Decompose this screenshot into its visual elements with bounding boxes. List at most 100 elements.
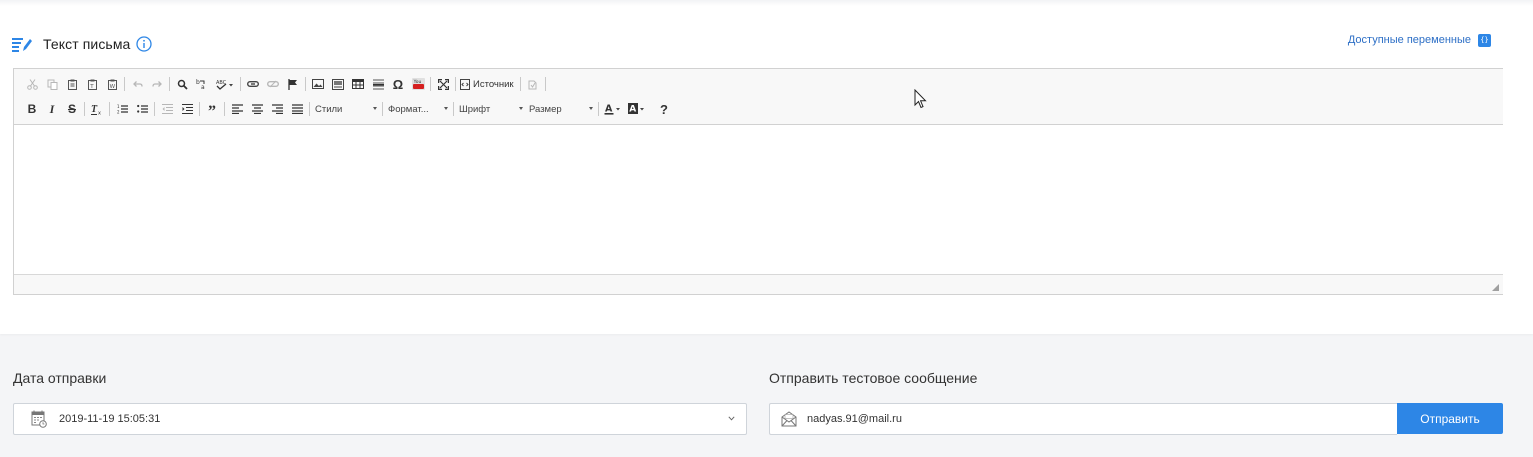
section-title: Текст письма: [43, 36, 131, 52]
image-icon[interactable]: [308, 74, 328, 94]
mouse-cursor-icon: [914, 89, 927, 109]
size-combo-label: Размер: [529, 103, 562, 115]
page-scrollbar-track[interactable]: [1520, 0, 1533, 457]
test-email-field[interactable]: [769, 403, 1397, 435]
redo-icon[interactable]: [147, 74, 167, 94]
svg-text:T: T: [91, 104, 98, 115]
chevron-down-icon: [373, 107, 377, 110]
toolbar-separator: [124, 77, 125, 91]
undo-icon[interactable]: [127, 74, 147, 94]
align-justify-icon[interactable]: [287, 99, 307, 119]
find-icon[interactable]: [172, 74, 192, 94]
numbered-list-icon[interactable]: 12: [112, 99, 132, 119]
test-email-input[interactable]: [807, 413, 1367, 425]
paste-text-icon[interactable]: T: [82, 74, 102, 94]
editor-content-area[interactable]: [14, 125, 1503, 275]
italic-icon[interactable]: I: [42, 99, 62, 119]
section-header: Текст письма: [12, 33, 153, 55]
youtube-icon[interactable]: You: [408, 74, 428, 94]
envelope-icon: [781, 411, 797, 427]
remove-format-icon[interactable]: Tx: [87, 99, 107, 119]
blockquote-icon[interactable]: ”: [202, 99, 222, 120]
toolbar-separator: [154, 102, 155, 116]
outdent-icon[interactable]: [157, 99, 177, 119]
toolbar-separator: [309, 102, 310, 116]
templates-icon[interactable]: [523, 74, 543, 94]
send-date-picker[interactable]: 2019-11-19 15:05:31: [13, 403, 747, 435]
paste-word-icon[interactable]: W: [102, 74, 122, 94]
paste-icon[interactable]: [62, 74, 82, 94]
align-center-icon[interactable]: [247, 99, 267, 119]
styles-combo-label: Стили: [315, 103, 343, 115]
font-combo[interactable]: Шрифт: [456, 100, 526, 118]
email-body-card: Текст письма Доступные переменные {} T W: [0, 0, 1533, 334]
spellcheck-icon[interactable]: ABC: [212, 74, 238, 94]
chevron-down-icon: [589, 107, 593, 110]
styles-combo[interactable]: Стили: [312, 100, 380, 118]
svg-text:a: a: [201, 84, 205, 90]
chevron-down-icon: [444, 107, 448, 110]
maximize-icon[interactable]: [433, 74, 453, 94]
background-color-icon[interactable]: A: [625, 99, 649, 119]
variables-braces-icon[interactable]: {}: [1478, 34, 1491, 47]
toolbar-separator: [430, 77, 431, 91]
format-combo-label: Формат...: [388, 103, 429, 115]
toolbar-separator: [224, 102, 225, 116]
card-top-shadow: [0, 0, 1533, 6]
text-edit-icon: [12, 38, 32, 52]
svg-text:x: x: [98, 111, 101, 116]
copy-icon[interactable]: [42, 74, 62, 94]
editor-toolbar: T W ba ABC Ω You Источник B I S T x 1 2 …: [14, 69, 1503, 125]
horizontal-rule-icon[interactable]: [368, 74, 388, 94]
special-char-icon[interactable]: Ω: [388, 74, 408, 94]
toolbar-separator: [84, 102, 85, 116]
toolbar-separator: [169, 77, 170, 91]
source-button[interactable]: Источник: [458, 74, 518, 94]
send-date-label: Дата отправки: [13, 370, 107, 386]
resize-grip-icon[interactable]: [1492, 284, 1499, 291]
chevron-down-icon: [519, 107, 523, 110]
cut-icon[interactable]: [22, 74, 42, 94]
help-icon[interactable]: ?: [654, 99, 674, 119]
font-combo-label: Шрифт: [459, 103, 491, 115]
toolbar-separator: [519, 77, 521, 91]
test-message-label: Отправить тестовое сообщение: [769, 370, 978, 386]
toolbar-separator: [453, 102, 454, 116]
unlink-icon[interactable]: [263, 74, 283, 94]
rich-text-editor: T W ba ABC Ω You Источник B I S T x 1 2 …: [13, 68, 1503, 295]
strikethrough-icon[interactable]: S: [62, 99, 82, 119]
bold-icon[interactable]: B: [22, 99, 42, 119]
svg-text:A: A: [605, 104, 613, 115]
anchor-flag-icon[interactable]: [283, 74, 303, 94]
available-variables-link[interactable]: Доступные переменные: [1348, 34, 1471, 46]
format-combo[interactable]: Формат...: [385, 100, 451, 118]
toolbar-separator: [109, 102, 110, 116]
align-left-icon[interactable]: [227, 99, 247, 119]
chevron-down-icon: [728, 416, 735, 421]
bulleted-list-icon[interactable]: [132, 99, 152, 119]
toolbar-separator: [544, 77, 546, 91]
svg-text:A: A: [629, 105, 636, 115]
align-right-icon[interactable]: [267, 99, 287, 119]
svg-text:T: T: [89, 84, 94, 90]
flash-icon[interactable]: [328, 74, 348, 94]
table-icon[interactable]: [348, 74, 368, 94]
toolbar-separator: [455, 77, 456, 91]
available-variables-label: Доступные переменные: [1347, 34, 1471, 46]
send-test-button[interactable]: Отправить: [1397, 403, 1503, 434]
info-icon[interactable]: [136, 36, 153, 52]
indent-icon[interactable]: [177, 99, 197, 119]
svg-text:2: 2: [117, 110, 120, 115]
toolbar-separator: [305, 77, 306, 91]
svg-text:W: W: [109, 84, 115, 90]
size-combo[interactable]: Размер: [526, 100, 596, 118]
toolbar-separator: [240, 77, 241, 91]
toolbar-separator: [382, 102, 383, 116]
replace-icon[interactable]: ba: [192, 74, 212, 94]
send-date-value: 2019-11-19 15:05:31: [59, 413, 161, 425]
source-icon: [460, 78, 470, 90]
text-color-icon[interactable]: A: [601, 99, 625, 119]
link-icon[interactable]: [243, 74, 263, 94]
toolbar-separator: [199, 102, 200, 116]
toolbar-row-2: B I S Tx 12 ” Стили Формат... Шрифт Разм…: [22, 99, 674, 121]
